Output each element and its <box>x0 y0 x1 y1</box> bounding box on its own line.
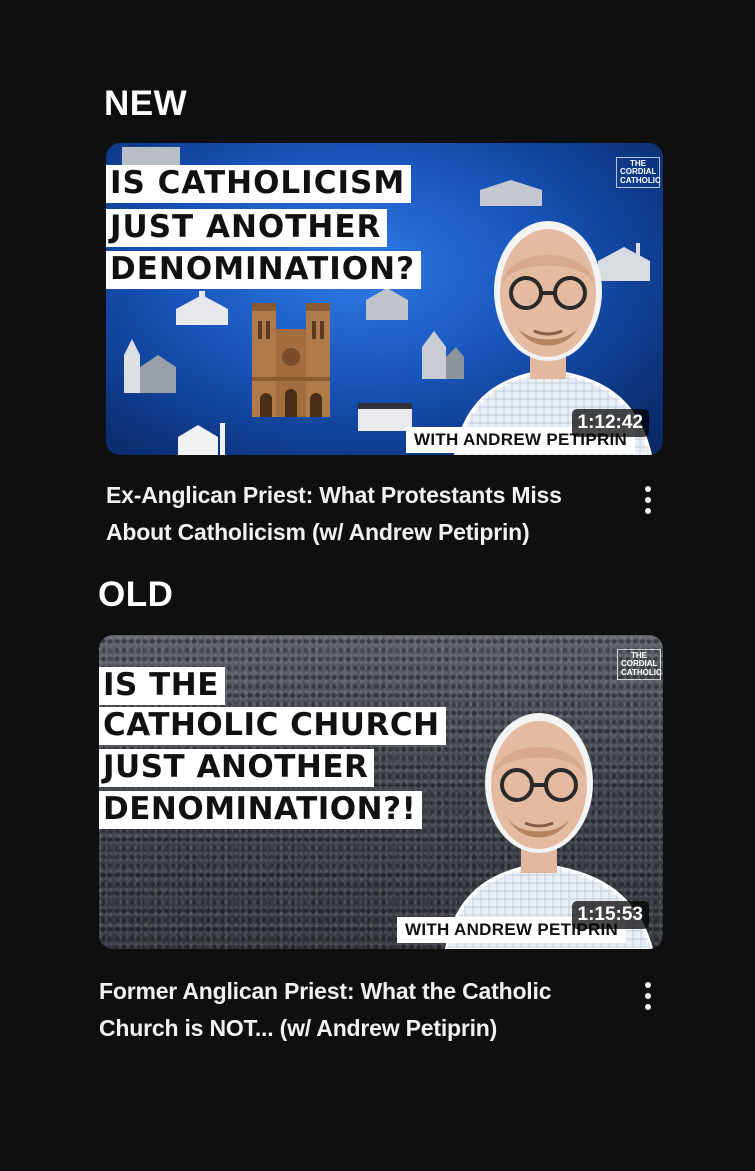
church-image <box>176 291 228 325</box>
thumbnail-headline-line-2: CATHOLIC CHURCH <box>99 707 446 745</box>
channel-logo: THE CORDIAL CATHOLIC <box>616 157 661 189</box>
video-title-line-1: Ex-Anglican Priest: What Protestants Mis… <box>106 482 562 508</box>
video-title-old[interactable]: Former Anglican Priest: What the Catholi… <box>99 973 619 1047</box>
video-thumbnail-new[interactable]: IS CATHOLICISM JUST ANOTHER DENOMINATION… <box>106 143 663 455</box>
thumbnail-headline-line-4: DENOMINATION?! <box>99 791 423 829</box>
channel-logo: THE CORDIAL CATHOLIC <box>617 649 662 681</box>
video-title-line-2: About Catholicism (w/ Andrew Petiprin) <box>106 519 530 545</box>
church-image <box>124 339 176 393</box>
thumbnail-headline-line-2: JUST ANOTHER <box>106 209 388 247</box>
more-vert-icon[interactable] <box>643 982 653 1016</box>
video-title-line-2: Church is NOT... (w/ Andrew Petiprin) <box>99 1015 498 1041</box>
thumbnail-headline-line-3: DENOMINATION? <box>106 251 422 289</box>
church-image <box>480 180 542 206</box>
church-image <box>178 423 225 455</box>
thumbnail-headline-line-1: IS CATHOLICISM <box>106 165 412 203</box>
video-duration: 1:15:53 <box>571 901 649 929</box>
video-duration: 1:12:42 <box>571 409 649 437</box>
video-thumbnail-old[interactable]: IS THE CATHOLIC CHURCH JUST ANOTHER DENO… <box>99 635 663 949</box>
thumbnail-headline-line-1: IS THE <box>99 667 225 705</box>
more-vert-icon[interactable] <box>643 486 653 520</box>
cathedral-image <box>252 303 330 417</box>
section-label-new: NEW <box>104 84 188 123</box>
video-title-line-1: Former Anglican Priest: What the Catholi… <box>99 978 552 1004</box>
section-label-old: OLD <box>98 575 174 614</box>
video-title-new[interactable]: Ex-Anglican Priest: What Protestants Mis… <box>106 477 626 551</box>
thumbnail-headline-line-3: JUST ANOTHER <box>99 749 375 787</box>
church-image <box>122 147 180 165</box>
church-image <box>366 288 408 320</box>
